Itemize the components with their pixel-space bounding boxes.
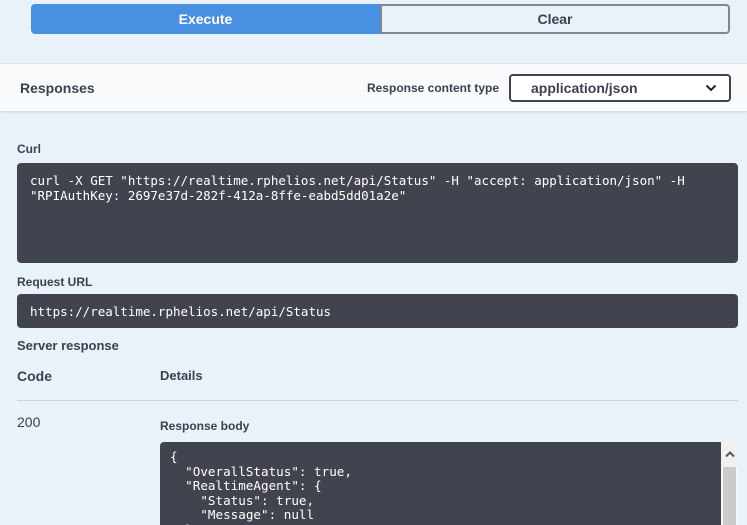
responses-section-header: Responses Response content type applicat…	[0, 63, 747, 112]
responses-body: Curl curl -X GET "https://realtime.rphel…	[0, 142, 747, 525]
responses-title: Responses	[20, 80, 95, 96]
request-url-label: Request URL	[17, 275, 738, 289]
curl-command-block: curl -X GET "https://realtime.rphelios.n…	[17, 163, 738, 263]
swagger-responses-panel: Execute Clear Responses Response content…	[0, 0, 747, 525]
scrollbar-thumb[interactable]	[723, 467, 736, 525]
server-response-label: Server response	[17, 338, 738, 353]
response-body-scrollbar[interactable]	[721, 442, 738, 525]
details-column-header: Details	[160, 368, 738, 384]
curl-command-text: curl -X GET "https://realtime.rphelios.n…	[30, 173, 725, 203]
response-body-text: { "OverallStatus": true, "RealtimeAgent"…	[170, 450, 708, 525]
chevron-down-icon	[705, 84, 717, 92]
request-url-block: https://realtime.rphelios.net/api/Status	[17, 294, 738, 328]
response-body-block: { "OverallStatus": true, "RealtimeAgent"…	[160, 442, 738, 525]
response-content-type-value: application/json	[531, 80, 705, 96]
response-details-cell: Response body { "OverallStatus": true, "…	[160, 414, 738, 525]
execute-button[interactable]: Execute	[31, 4, 380, 34]
code-column-header: Code	[17, 368, 160, 384]
server-response-row: 200 Response body { "OverallStatus": tru…	[17, 401, 738, 525]
curl-label: Curl	[17, 142, 738, 156]
chevron-up-icon	[725, 451, 735, 458]
response-content-type-select[interactable]: application/json	[509, 74, 731, 102]
execute-wrapper: Execute Clear	[31, 4, 730, 34]
response-body-label: Response body	[160, 420, 738, 433]
status-code-value: 200	[17, 414, 160, 525]
scrollbar-up-button[interactable]	[721, 442, 738, 467]
server-response-table-header: Code Details	[17, 353, 738, 401]
clear-button[interactable]: Clear	[380, 4, 730, 34]
request-url-text: https://realtime.rphelios.net/api/Status	[30, 304, 725, 319]
response-content-type-label: Response content type	[367, 81, 499, 95]
